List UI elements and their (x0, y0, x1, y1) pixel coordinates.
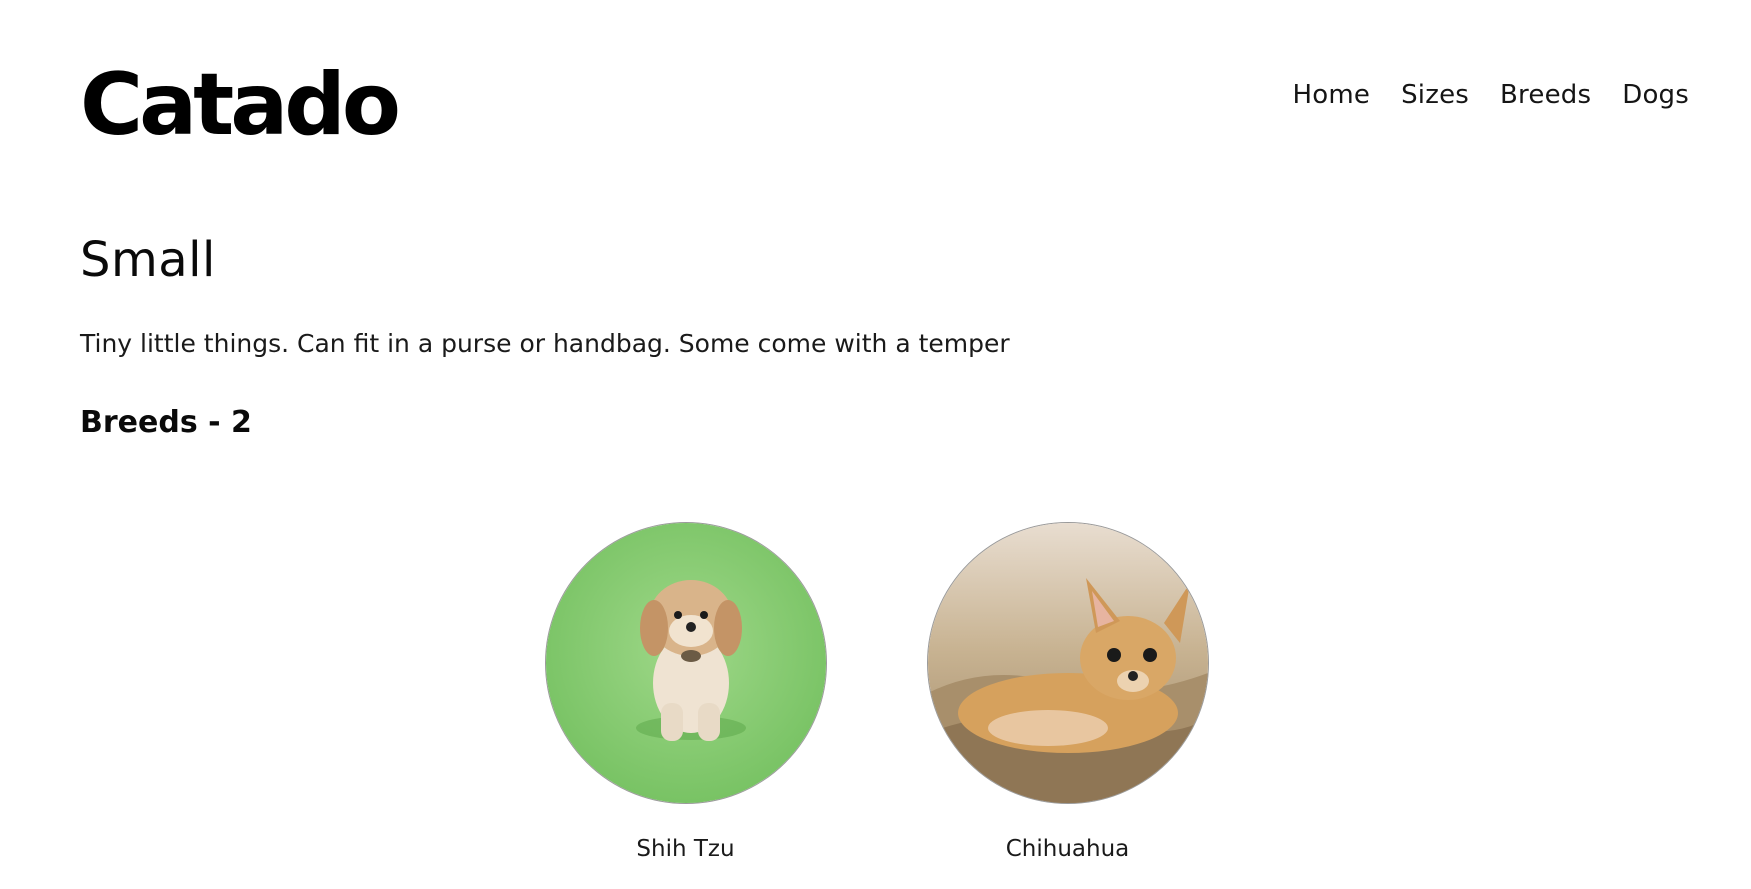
svg-text:Catadog: Catadog (80, 55, 400, 155)
breed-name: Chihuahua (1005, 836, 1130, 862)
site-logo[interactable]: Catadog (80, 52, 459, 172)
catadog-logo-icon: Catadog (80, 55, 459, 155)
nav-dogs-link[interactable]: Dogs (1622, 80, 1689, 110)
size-description: Tiny little things. Can fit in a purse o… (80, 329, 1010, 358)
breed-card-chihuahua[interactable]: Chihuahua (926, 522, 1210, 862)
nav-breeds-link[interactable]: Breeds (1500, 80, 1591, 110)
nav-sizes-link[interactable]: Sizes (1401, 80, 1469, 110)
breed-photo-shih-tzu[interactable] (544, 522, 827, 804)
site-header: Catadog Home Sizes Breeds Dogs (0, 0, 1751, 180)
nav-home-link[interactable]: Home (1293, 80, 1371, 110)
shih-tzu-photo-icon (545, 523, 826, 803)
chihuahua-photo-icon (927, 523, 1208, 803)
breed-list: Shih Tzu Chihuahua (0, 522, 1751, 862)
page-title: Small (80, 232, 216, 288)
breed-card-shih-tzu[interactable]: Shih Tzu (544, 522, 828, 862)
main-nav: Home Sizes Breeds Dogs (1293, 80, 1690, 110)
breed-name: Shih Tzu (636, 836, 735, 862)
breed-photo-chihuahua[interactable] (926, 522, 1209, 804)
breeds-heading: Breeds - 2 (80, 405, 252, 440)
